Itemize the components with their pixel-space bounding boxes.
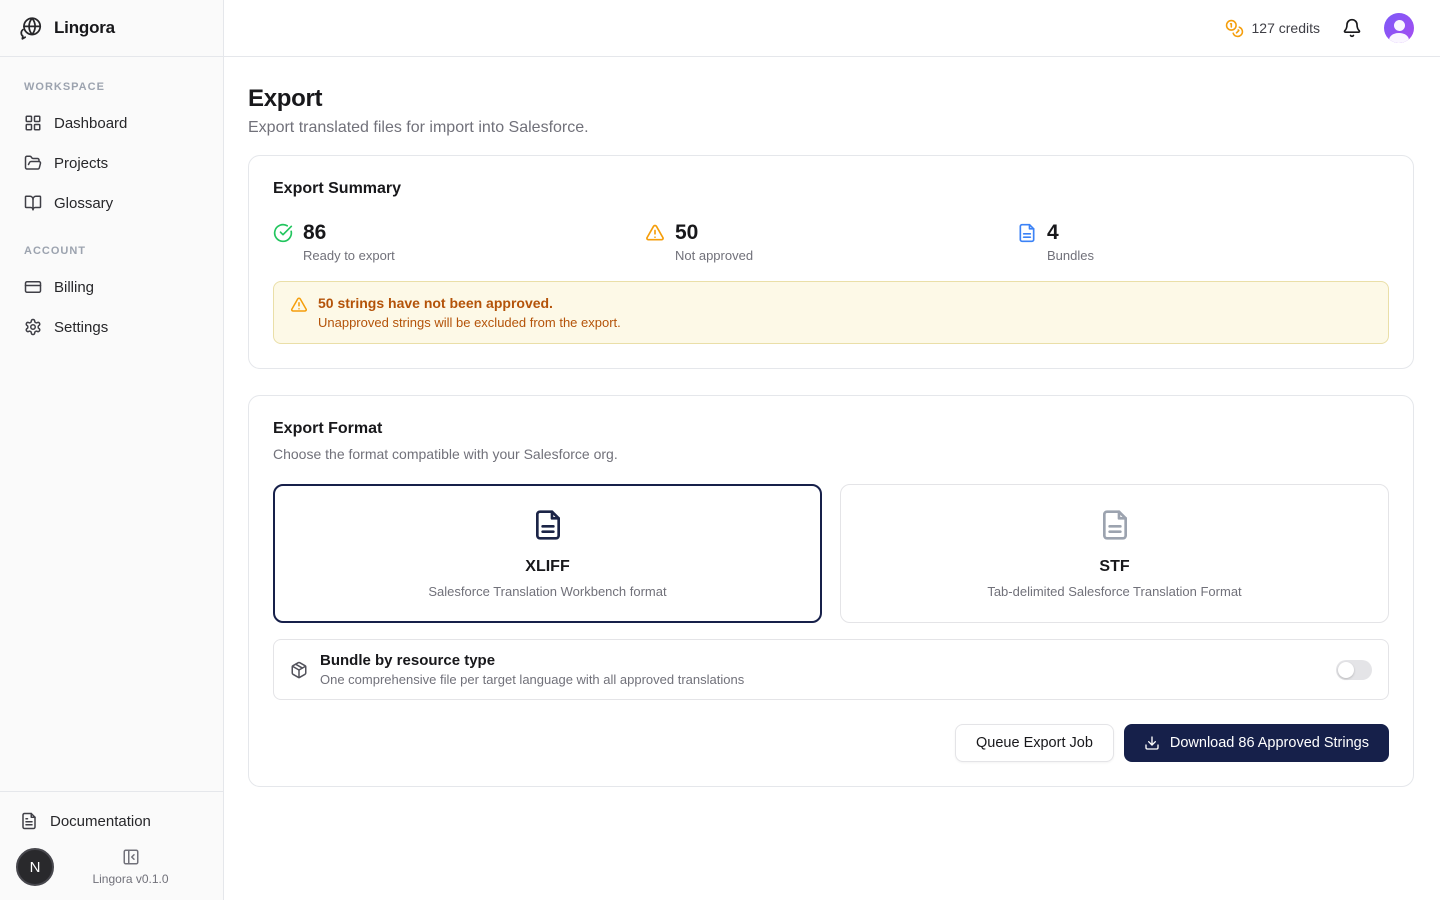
gear-icon	[24, 318, 42, 336]
download-icon	[1144, 735, 1160, 751]
format-option-stf[interactable]: STF Tab-delimited Salesforce Translation…	[840, 484, 1389, 623]
warning-title: 50 strings have not been approved.	[318, 295, 621, 311]
export-actions: Queue Export Job Download 86 Approved St…	[273, 724, 1389, 762]
stat-ready-to-export: 86 Ready to export	[273, 220, 645, 263]
bundle-toggle-description: One comprehensive file per target langua…	[320, 672, 1324, 687]
toggle-knob	[1338, 662, 1354, 678]
download-approved-strings-button[interactable]: Download 86 Approved Strings	[1124, 724, 1389, 762]
warning-triangle-icon	[290, 296, 308, 314]
export-summary-card: Export Summary 86 Ready to export	[248, 155, 1414, 369]
queue-export-job-button[interactable]: Queue Export Job	[955, 724, 1114, 762]
summary-title: Export Summary	[273, 180, 1389, 198]
stat-bundles: 4 Bundles	[1017, 220, 1389, 263]
stat-label: Not approved	[675, 248, 753, 263]
page-title: Export	[248, 85, 1414, 113]
lingora-logo-icon	[18, 15, 44, 41]
bundle-toggle-switch[interactable]	[1336, 660, 1372, 680]
file-text-icon	[1099, 509, 1131, 541]
package-icon	[290, 661, 308, 679]
sidebar-item-label: Settings	[54, 319, 108, 336]
nav-section-account: ACCOUNT	[14, 245, 209, 257]
coins-icon	[1225, 19, 1244, 38]
download-button-label: Download 86 Approved Strings	[1170, 735, 1369, 751]
stat-value: 86	[303, 220, 395, 246]
brand-name: Lingora	[54, 18, 115, 38]
stat-value: 50	[675, 220, 753, 246]
stat-label: Ready to export	[303, 248, 395, 263]
page-subtitle: Export translated files for import into …	[248, 119, 1414, 137]
app-version: Lingora v0.1.0	[92, 872, 168, 886]
sidebar-footer: Documentation N Lingora v0.1.0	[0, 791, 223, 900]
folder-icon	[24, 154, 42, 172]
sidebar: Lingora WORKSPACE Dashboard	[0, 0, 224, 900]
credits-display: 127 credits	[1225, 19, 1320, 38]
warning-detail: Unapproved strings will be excluded from…	[318, 315, 621, 330]
sidebar-footer-bottom: N Lingora v0.1.0	[16, 848, 207, 886]
option-name: XLIFF	[290, 558, 805, 576]
option-description: Tab-delimited Salesforce Translation For…	[857, 584, 1372, 599]
book-icon	[24, 194, 42, 212]
option-name: STF	[857, 558, 1372, 576]
avatar-head	[1394, 20, 1405, 31]
sidebar-item-glossary[interactable]: Glossary	[14, 183, 209, 223]
sidebar-item-dashboard[interactable]: Dashboard	[14, 103, 209, 143]
bundle-by-resource-row: Bundle by resource type One comprehensiv…	[273, 639, 1389, 700]
warning-triangle-icon	[645, 223, 665, 243]
format-title: Export Format	[273, 420, 1389, 438]
stat-value: 4	[1047, 220, 1094, 246]
check-circle-icon	[273, 223, 293, 243]
export-format-card: Export Format Choose the format compatib…	[248, 395, 1414, 787]
topbar: 127 credits	[224, 0, 1440, 57]
summary-stats: 86 Ready to export 50 Not approved	[273, 220, 1389, 263]
file-text-icon	[1017, 223, 1037, 243]
format-subtitle: Choose the format compatible with your S…	[273, 446, 1389, 462]
brand: Lingora	[0, 0, 223, 57]
user-avatar[interactable]	[1384, 13, 1414, 43]
format-options: XLIFF Salesforce Translation Workbench f…	[273, 484, 1389, 623]
app-root: Lingora WORKSPACE Dashboard	[0, 0, 1440, 900]
sidebar-nav: WORKSPACE Dashboard Projects	[0, 57, 223, 791]
sidebar-item-documentation[interactable]: Documentation	[16, 806, 207, 836]
option-description: Salesforce Translation Workbench format	[290, 584, 805, 599]
main-content: Export Export translated files for impor…	[224, 57, 1440, 900]
panel-collapse-icon[interactable]	[122, 848, 140, 866]
sidebar-item-projects[interactable]: Projects	[14, 143, 209, 183]
avatar-body	[1389, 33, 1409, 43]
sidebar-item-label: Projects	[54, 155, 108, 172]
sidebar-item-label: Billing	[54, 279, 94, 296]
credits-label: 127 credits	[1252, 20, 1320, 36]
footer-center: Lingora v0.1.0	[54, 848, 207, 886]
workspace-avatar[interactable]: N	[16, 848, 54, 886]
sidebar-item-settings[interactable]: Settings	[14, 307, 209, 347]
sidebar-item-billing[interactable]: Billing	[14, 267, 209, 307]
credit-card-icon	[24, 278, 42, 296]
format-option-xliff[interactable]: XLIFF Salesforce Translation Workbench f…	[273, 484, 822, 623]
documentation-label: Documentation	[50, 813, 151, 830]
bundle-toggle-title: Bundle by resource type	[320, 652, 1324, 669]
sidebar-item-label: Dashboard	[54, 115, 127, 132]
sidebar-item-label: Glossary	[54, 195, 113, 212]
file-text-icon	[532, 509, 564, 541]
nav-section-workspace: WORKSPACE	[14, 81, 209, 93]
unapproved-warning-banner: 50 strings have not been approved. Unapp…	[273, 281, 1389, 344]
stat-label: Bundles	[1047, 248, 1094, 263]
stat-not-approved: 50 Not approved	[645, 220, 1017, 263]
dashboard-grid-icon	[24, 114, 42, 132]
document-icon	[20, 812, 38, 830]
bell-icon[interactable]	[1342, 18, 1362, 38]
